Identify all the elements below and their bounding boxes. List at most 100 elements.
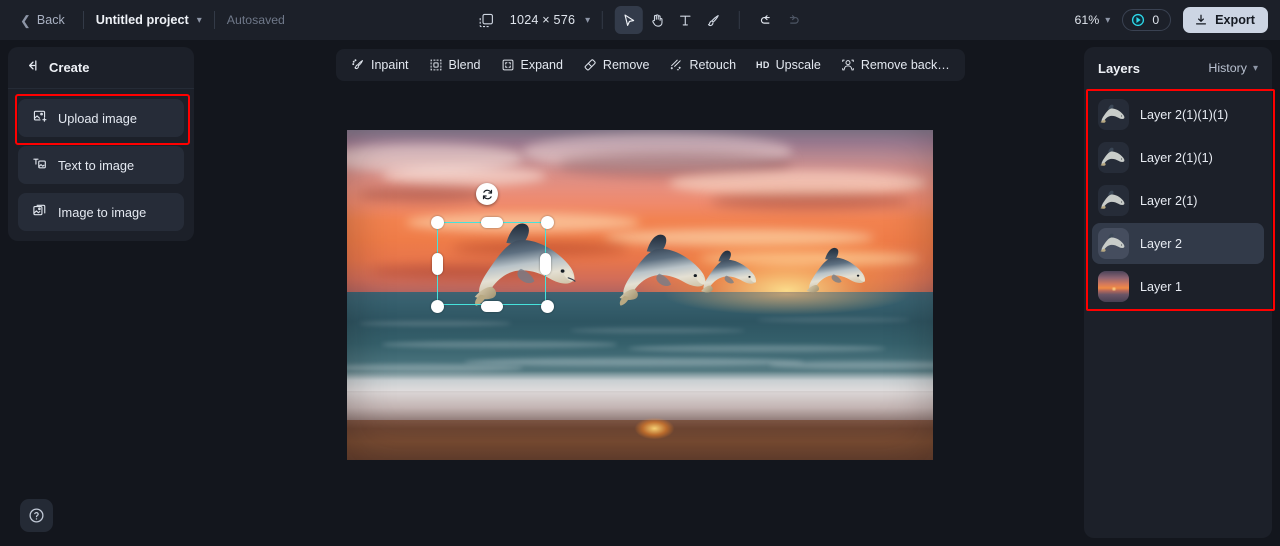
canvas-area[interactable]: [347, 130, 933, 460]
canvas-resize-icon[interactable]: [472, 6, 500, 34]
blend-button[interactable]: Blend: [420, 53, 490, 77]
chevron-left-icon: ❮: [20, 12, 31, 28]
hand-tool[interactable]: [643, 6, 671, 34]
top-bar-right: 61% ▾ 0 Export: [1074, 0, 1268, 40]
layer-row[interactable]: Layer 2(1)(1)(1): [1092, 94, 1264, 135]
rotate-handle[interactable]: [476, 183, 498, 205]
upscale-button[interactable]: HD Upscale: [747, 53, 830, 77]
upload-image-button[interactable]: Upload image: [18, 99, 184, 137]
rotate-handle-icon: [482, 189, 492, 199]
inpaint-brush-icon: [352, 59, 363, 69]
top-bar-center: 1024 × 576 ▾: [472, 6, 808, 34]
chevron-down-icon[interactable]: ▾: [197, 15, 202, 26]
create-options-list: Upload image Text to image Image to imag…: [8, 89, 194, 231]
history-label: History: [1208, 61, 1247, 75]
layer-thumbnail: [1098, 185, 1129, 216]
collapse-panel-left-icon[interactable]: [24, 58, 39, 78]
divider: [739, 11, 741, 29]
export-label: Export: [1215, 13, 1255, 27]
inpaint-button[interactable]: Inpaint: [342, 53, 418, 77]
selection-bounding-box[interactable]: [431, 183, 554, 313]
remove-background-label: Remove back…: [860, 58, 950, 72]
retouch-label: Retouch: [689, 58, 737, 72]
sun-highlight: [1111, 287, 1117, 291]
remove-background-icon: [842, 59, 854, 71]
expand-label: Expand: [520, 58, 563, 72]
layer-name: Layer 1: [1140, 279, 1183, 294]
divider: [602, 11, 604, 29]
resize-handle-bottom-center[interactable]: [481, 301, 503, 312]
help-question-icon: [29, 508, 44, 523]
download-icon: [1196, 14, 1207, 25]
layer-row-selected[interactable]: Layer 2: [1092, 223, 1264, 264]
text-to-image-label: Text to image: [58, 157, 135, 173]
layers-list: Layer 2(1)(1)(1) Layer 2(1)(1) Layer 2(1…: [1084, 89, 1272, 307]
dolphin-3[interactable]: [684, 247, 778, 300]
remove-button[interactable]: Remove: [574, 53, 659, 77]
resize-handle-bottom-right[interactable]: [541, 300, 554, 313]
chevron-down-icon[interactable]: ▾: [1105, 15, 1110, 26]
retouch-icon: [671, 59, 682, 71]
upscale-label: Upscale: [775, 58, 821, 72]
layers-title: Layers: [1098, 60, 1140, 76]
history-tab[interactable]: History ▾: [1208, 61, 1258, 75]
back-label: Back: [36, 13, 65, 27]
blend-label: Blend: [448, 58, 481, 72]
resize-handle-top-right[interactable]: [541, 216, 554, 229]
dolphin-4[interactable]: [787, 244, 890, 300]
undo-button[interactable]: [752, 6, 780, 34]
divider: [82, 11, 84, 29]
resize-handle-middle-left[interactable]: [432, 253, 443, 275]
layer-thumbnail: [1098, 271, 1129, 302]
divider: [213, 11, 215, 29]
layer-row[interactable]: Layer 2(1): [1092, 180, 1264, 221]
project-name[interactable]: Untitled project: [96, 13, 189, 27]
artboard[interactable]: [347, 130, 933, 460]
back-button[interactable]: ❮ Back: [14, 9, 71, 31]
export-button[interactable]: Export: [1183, 7, 1268, 33]
retouch-button[interactable]: Retouch: [660, 53, 745, 77]
remove-background-button[interactable]: Remove back…: [832, 53, 959, 77]
expand-button[interactable]: Expand: [492, 53, 572, 77]
resize-handle-top-left[interactable]: [431, 216, 444, 229]
create-panel-header: Create: [8, 47, 194, 89]
layer-thumbnail: [1098, 142, 1129, 173]
help-button[interactable]: [20, 499, 53, 532]
layer-thumbnail: [1098, 99, 1129, 130]
upload-image-label: Upload image: [58, 110, 137, 126]
layer-row[interactable]: Layer 1: [1092, 266, 1264, 307]
select-tool[interactable]: [615, 6, 644, 34]
layer-name: Layer 2(1)(1): [1140, 150, 1213, 165]
text-to-image-icon: [32, 156, 47, 174]
layer-name: Layer 2(1): [1140, 193, 1198, 208]
credits-badge[interactable]: 0: [1122, 9, 1172, 31]
upload-image-icon: [32, 109, 47, 127]
hd-upscale-icon: HD: [756, 60, 770, 70]
paint-brush-tool[interactable]: [699, 6, 727, 34]
create-panel-title: Create: [49, 60, 90, 75]
zoom-level[interactable]: 61%: [1074, 13, 1099, 27]
resize-handle-middle-right[interactable]: [540, 253, 551, 275]
layers-panel-header: Layers History ▾: [1084, 47, 1272, 89]
text-tool[interactable]: [671, 6, 699, 34]
text-to-image-button[interactable]: Text to image: [18, 146, 184, 184]
image-to-image-button[interactable]: Image to image: [18, 193, 184, 231]
chevron-down-icon[interactable]: ▾: [585, 15, 590, 26]
eraser-icon: [584, 59, 596, 71]
redo-button[interactable]: [780, 6, 808, 34]
canvas-dimensions[interactable]: 1024 × 576: [510, 13, 575, 27]
chevron-down-icon: ▾: [1252, 62, 1258, 74]
top-bar: ❮ Back Untitled project ▾ Autosaved 1024…: [0, 0, 1280, 40]
autosaved-status: Autosaved: [226, 13, 285, 27]
layer-name: Layer 2(1)(1)(1): [1140, 107, 1229, 122]
credit-coin-icon: [1132, 13, 1145, 27]
resize-handle-top-center[interactable]: [481, 217, 503, 228]
sun-glint: [628, 413, 681, 444]
layer-name: Layer 2: [1140, 236, 1183, 251]
expand-icon: [502, 59, 513, 71]
credits-count: 0: [1152, 13, 1160, 27]
resize-handle-bottom-left[interactable]: [431, 300, 444, 313]
layer-row[interactable]: Layer 2(1)(1): [1092, 137, 1264, 178]
image-to-image-icon: [32, 203, 47, 221]
remove-label: Remove: [602, 58, 650, 72]
